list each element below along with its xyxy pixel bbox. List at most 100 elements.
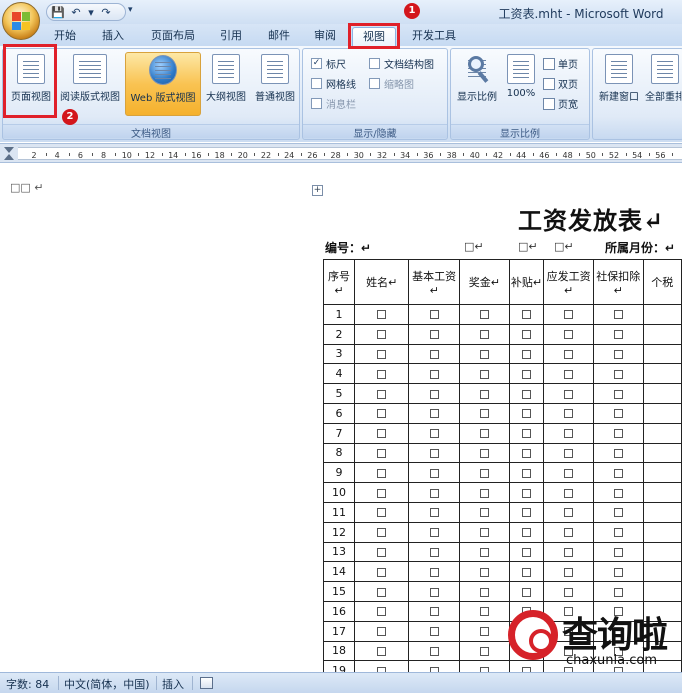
zoom-100-button[interactable]: 100%	[501, 52, 541, 116]
table-cell[interactable]	[508, 541, 545, 563]
word-count[interactable]: 字数: 84	[6, 676, 49, 692]
table-cell[interactable]	[458, 304, 510, 325]
table-cell[interactable]	[508, 442, 545, 464]
table-cell[interactable]	[408, 541, 460, 563]
table-cell[interactable]	[508, 304, 545, 325]
table-cell[interactable]	[408, 521, 460, 543]
table-cell[interactable]	[353, 620, 410, 642]
table-cell[interactable]	[543, 402, 594, 424]
table-cell[interactable]	[353, 343, 410, 365]
table-cell[interactable]	[543, 363, 594, 385]
table-cell[interactable]	[408, 442, 460, 464]
table-cell[interactable]	[592, 541, 644, 563]
table-cell[interactable]	[642, 422, 682, 444]
table-cell[interactable]	[458, 462, 510, 484]
table-cell[interactable]	[592, 304, 644, 325]
table-cell[interactable]	[458, 383, 510, 404]
table-cell[interactable]	[592, 402, 644, 424]
table-cell[interactable]	[458, 561, 510, 583]
table-cell[interactable]	[408, 501, 460, 523]
zoom-button[interactable]: 显示比例	[455, 52, 499, 116]
macro-record-icon[interactable]	[200, 677, 213, 689]
table-cell[interactable]	[508, 482, 545, 503]
table-cell[interactable]	[543, 462, 594, 484]
indent-marker-icon[interactable]	[4, 147, 14, 153]
table-cell[interactable]	[543, 501, 594, 523]
table-cell[interactable]	[543, 482, 594, 503]
table-cell[interactable]	[408, 640, 460, 662]
tab-view[interactable]: 视图	[352, 27, 396, 46]
tab-mailings[interactable]: 邮件	[260, 27, 298, 46]
document-map-checkbox[interactable]: 文档结构图	[369, 56, 434, 71]
new-window-button[interactable]: 新建窗口	[595, 52, 643, 116]
indent-marker-bottom-icon[interactable]	[4, 154, 14, 160]
table-cell[interactable]	[642, 383, 682, 404]
table-cell[interactable]	[458, 402, 510, 424]
table-cell[interactable]	[642, 462, 682, 484]
reading-view-button[interactable]: 阅读版式视图	[58, 52, 122, 116]
table-cell[interactable]	[543, 442, 594, 464]
undo-icon[interactable]: ↶	[69, 6, 83, 19]
table-cell[interactable]	[458, 521, 510, 543]
table-cell[interactable]	[592, 343, 644, 365]
table-cell[interactable]	[353, 422, 410, 444]
table-cell[interactable]	[592, 501, 644, 523]
tab-insert[interactable]: 插入	[94, 27, 132, 46]
table-cell[interactable]	[458, 363, 510, 385]
table-cell[interactable]	[353, 442, 410, 464]
table-cell[interactable]	[508, 462, 545, 484]
table-cell[interactable]	[508, 343, 545, 365]
table-cell[interactable]	[642, 521, 682, 543]
table-cell[interactable]	[543, 521, 594, 543]
customize-qat-icon[interactable]: ▾	[128, 5, 133, 15]
table-cell[interactable]	[353, 462, 410, 484]
table-cell[interactable]	[408, 323, 460, 345]
table-cell[interactable]	[353, 640, 410, 662]
insert-mode[interactable]: 插入	[162, 676, 184, 692]
tab-developer[interactable]: 开发工具	[404, 27, 464, 46]
table-cell[interactable]	[508, 383, 545, 404]
table-cell[interactable]	[458, 541, 510, 563]
table-cell[interactable]	[543, 323, 594, 345]
draft-view-button[interactable]: 普通视图	[251, 52, 299, 116]
table-cell[interactable]	[543, 541, 594, 563]
table-cell[interactable]	[408, 561, 460, 583]
table-cell[interactable]	[642, 323, 682, 345]
table-cell[interactable]	[408, 482, 460, 503]
tab-review[interactable]: 审阅	[306, 27, 344, 46]
table-cell[interactable]	[353, 363, 410, 385]
ruler-checkbox[interactable]: ✓ 标尺	[311, 56, 346, 71]
horizontal-ruler[interactable]: 2 4 6 8 10 12 14 16 18 20 22 24 26 28 30 32 34 36 38 40 42 44…	[0, 143, 682, 163]
table-cell[interactable]	[408, 462, 460, 484]
table-cell[interactable]	[642, 442, 682, 464]
table-cell[interactable]	[408, 402, 460, 424]
language-indicator[interactable]: 中文(简体，中国)	[64, 676, 150, 692]
save-icon[interactable]: 💾	[51, 6, 65, 19]
table-cell[interactable]	[408, 620, 460, 642]
table-cell[interactable]	[458, 501, 510, 523]
table-cell[interactable]	[353, 383, 410, 404]
table-cell[interactable]	[353, 600, 410, 622]
two-pages-button[interactable]: 双页	[543, 76, 578, 91]
table-cell[interactable]	[353, 660, 410, 672]
table-cell[interactable]	[543, 561, 594, 583]
table-cell[interactable]	[408, 383, 460, 404]
gridlines-checkbox[interactable]: 网格线	[311, 76, 356, 91]
redo-icon[interactable]: ↷	[99, 6, 113, 19]
table-cell[interactable]	[642, 501, 682, 523]
table-cell[interactable]	[408, 581, 460, 602]
page-view-button[interactable]: 页面视图	[6, 52, 56, 116]
table-cell[interactable]	[353, 541, 410, 563]
table-cell[interactable]	[642, 541, 682, 563]
table-cell[interactable]	[543, 343, 594, 365]
table-cell[interactable]	[592, 462, 644, 484]
table-cell[interactable]	[543, 422, 594, 444]
table-cell[interactable]	[642, 482, 682, 503]
table-cell[interactable]	[458, 422, 510, 444]
table-cell[interactable]	[353, 482, 410, 503]
table-cell[interactable]	[642, 363, 682, 385]
table-cell[interactable]	[408, 363, 460, 385]
one-page-button[interactable]: 单页	[543, 56, 578, 71]
outline-view-button[interactable]: 大纲视图	[203, 52, 249, 116]
table-cell[interactable]	[642, 304, 682, 325]
